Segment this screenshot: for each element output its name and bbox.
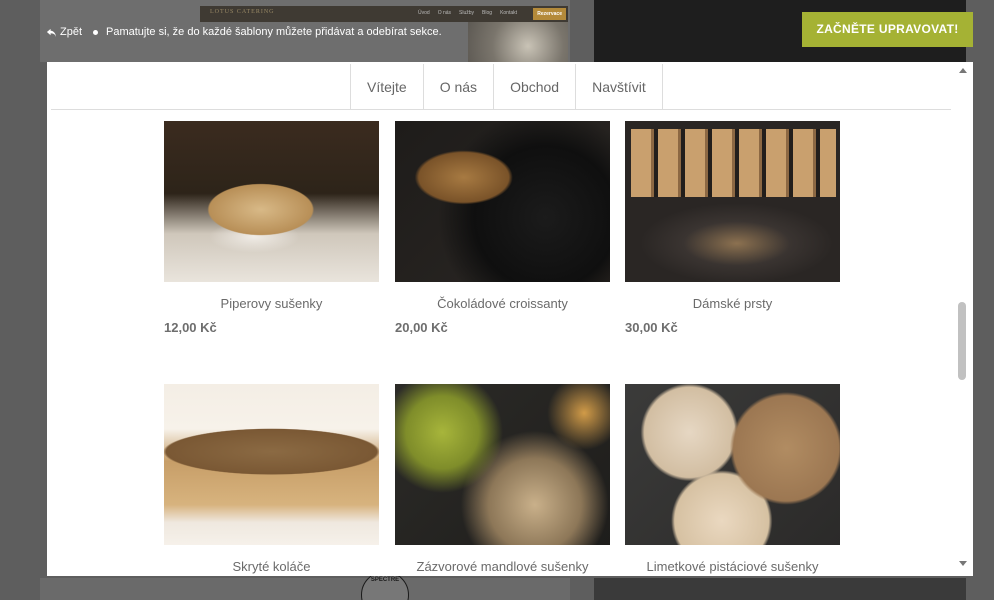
- start-editing-button[interactable]: ZAČNĚTE UPRAVOVAT!: [802, 12, 973, 47]
- product-card[interactable]: Zázvorové mandlové sušenky: [395, 384, 610, 574]
- scroll-down-arrow-icon[interactable]: [959, 561, 967, 566]
- product-name[interactable]: Limetkové pistáciové sušenky: [625, 559, 840, 574]
- bullet-icon: [93, 29, 99, 35]
- product-image[interactable]: [164, 121, 379, 282]
- scroll-thumb[interactable]: [958, 302, 966, 380]
- ladyfingers-row: [631, 129, 836, 197]
- editor-topbar: Zpět Pamatujte si, že do každé šablony m…: [0, 0, 994, 62]
- tab-o-nas[interactable]: O nás: [422, 64, 494, 110]
- product-card[interactable]: Limetkové pistáciové sušenky: [625, 384, 840, 574]
- back-label: Zpět: [60, 26, 83, 38]
- product-name[interactable]: Piperovy sušenky: [164, 296, 379, 311]
- tab-navstivit[interactable]: Navštívit: [575, 64, 663, 110]
- product-card[interactable]: Skryté koláče: [164, 384, 379, 574]
- template-preview-modal: Vítejte O nás Obchod Navštívit Piperovy …: [47, 62, 973, 576]
- product-price: 12,00 Kč: [164, 320, 217, 335]
- back-arrow-icon: [46, 28, 57, 37]
- product-image[interactable]: [625, 384, 840, 545]
- tab-divider: [51, 109, 951, 110]
- modal-scrollbar[interactable]: [953, 62, 973, 576]
- product-price: 20,00 Kč: [395, 320, 448, 335]
- background-template-bottom-right: [594, 578, 966, 600]
- product-card[interactable]: Čokoládové croissanty 20,00 Kč: [395, 121, 610, 335]
- product-name[interactable]: Skryté koláče: [164, 559, 379, 574]
- product-card[interactable]: Dámské prsty 30,00 Kč: [625, 121, 840, 335]
- background-template-bottom-left: [40, 578, 570, 600]
- background-badge-text: SPECTRE: [370, 577, 400, 583]
- product-price: 30,00 Kč: [625, 320, 678, 335]
- product-image[interactable]: [625, 121, 840, 282]
- product-image[interactable]: [395, 121, 610, 282]
- preview-tabs: Vítejte O nás Obchod Navštívit: [350, 64, 663, 110]
- product-card[interactable]: Piperovy sušenky 12,00 Kč: [164, 121, 379, 335]
- product-name[interactable]: Dámské prsty: [625, 296, 840, 311]
- product-name[interactable]: Zázvorové mandlové sušenky: [395, 559, 610, 574]
- sections-notice: Pamatujte si, že do každé šablony můžete…: [106, 26, 442, 38]
- product-image[interactable]: [164, 384, 379, 545]
- tab-obchod[interactable]: Obchod: [493, 64, 576, 110]
- tab-vitejte[interactable]: Vítejte: [350, 64, 423, 110]
- product-name[interactable]: Čokoládové croissanty: [395, 296, 610, 311]
- scroll-up-arrow-icon[interactable]: [959, 68, 967, 73]
- product-image[interactable]: [395, 384, 610, 545]
- back-link[interactable]: Zpět Pamatujte si, že do každé šablony m…: [46, 26, 442, 38]
